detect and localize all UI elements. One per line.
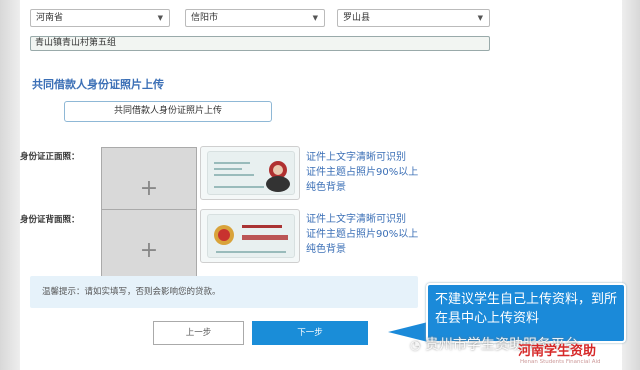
hint-line: 证件主题占照片90%以上 (306, 167, 419, 178)
province-select[interactable]: 河南省 ▼ (30, 9, 170, 27)
left-margin (0, 0, 20, 370)
chevron-down-icon: ▼ (157, 14, 163, 22)
hint-line: 证件主题占照片90%以上 (306, 229, 419, 240)
id-back-sample (200, 209, 300, 263)
logo-subtitle: Henan Students Financial Aid (520, 359, 601, 365)
id-front-label: 身份证正面照： (20, 152, 80, 162)
prev-button[interactable]: 上一步 (153, 321, 244, 345)
id-front-hint: 证件上文字清晰可识别 证件主题占照片90%以上 纯色背景 (306, 150, 418, 195)
hint-line: 纯色背景 (306, 182, 346, 193)
address-detail-input[interactable]: 青山镇青山村第五组 (30, 36, 490, 51)
id-back-label: 身份证背面照： (20, 215, 80, 225)
chevron-down-icon: ▼ (477, 14, 483, 22)
wechat-icon: ◔ (410, 338, 421, 352)
section-title: 共同借款人身份证照片上传 (32, 78, 164, 91)
plus-icon: + (139, 238, 159, 263)
id-card-back-icon (214, 225, 288, 253)
id-front-sample-image (207, 151, 295, 195)
county-value: 罗山县 (343, 13, 371, 23)
id-back-hint: 证件上文字清晰可识别 证件主题占照片90%以上 纯色背景 (306, 212, 418, 257)
city-select[interactable]: 信阳市 ▼ (185, 9, 325, 27)
next-button[interactable]: 下一步 (252, 321, 368, 345)
county-select[interactable]: 罗山县 ▼ (337, 9, 490, 27)
id-back-sample-image (207, 214, 295, 258)
hint-line: 纯色背景 (306, 244, 346, 255)
plus-icon: + (139, 176, 159, 201)
id-card-front-icon (214, 161, 290, 192)
city-value: 信阳市 (191, 13, 219, 23)
upload-button[interactable]: 共同借款人身份证照片上传 (64, 101, 272, 122)
province-value: 河南省 (36, 13, 64, 23)
warm-tip: 温馨提示：请如实填写，否则会影响您的贷款。 (30, 276, 418, 308)
hint-line: 证件上文字清晰可识别 (306, 152, 406, 163)
logo: 河南学生资助 (518, 344, 597, 359)
id-front-sample (200, 146, 300, 200)
chevron-down-icon: ▼ (312, 14, 318, 22)
hint-line: 证件上文字清晰可识别 (306, 214, 406, 225)
